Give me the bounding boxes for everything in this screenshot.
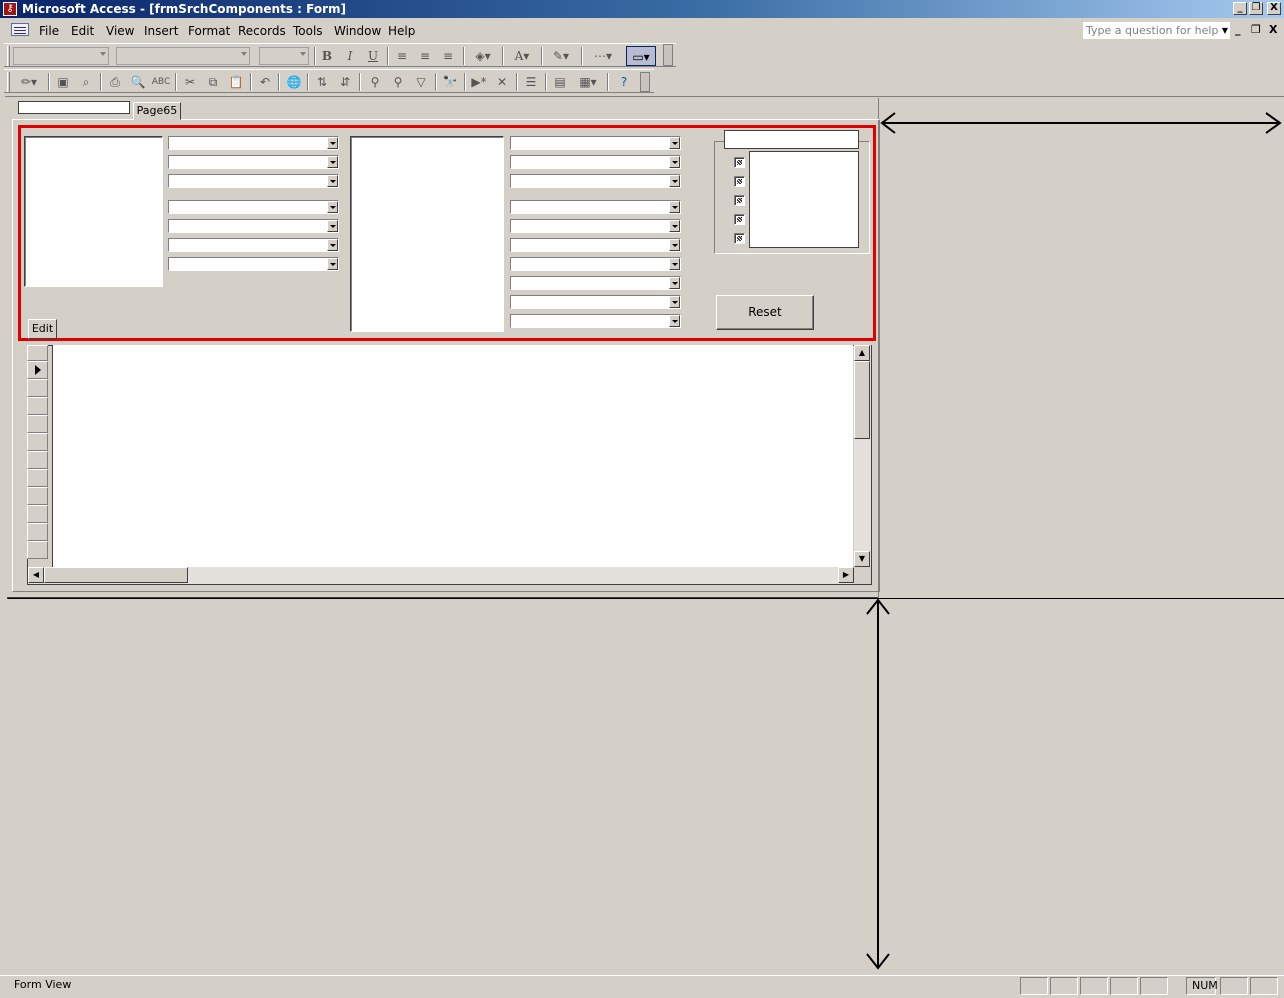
status-panel <box>1140 977 1168 995</box>
access-window: ⚷ Microsoft Access - [frmSrchComponents … <box>0 0 1284 998</box>
status-panel <box>1080 977 1108 995</box>
status-text: Form View <box>14 978 72 991</box>
status-panel <box>1050 977 1078 995</box>
status-panel <box>1020 977 1048 995</box>
status-panel <box>1110 977 1138 995</box>
annotation-arrows <box>866 112 1282 970</box>
status-panel <box>1220 977 1248 995</box>
status-panel <box>1250 977 1278 995</box>
num-lock-indicator: NUM <box>1192 979 1218 992</box>
